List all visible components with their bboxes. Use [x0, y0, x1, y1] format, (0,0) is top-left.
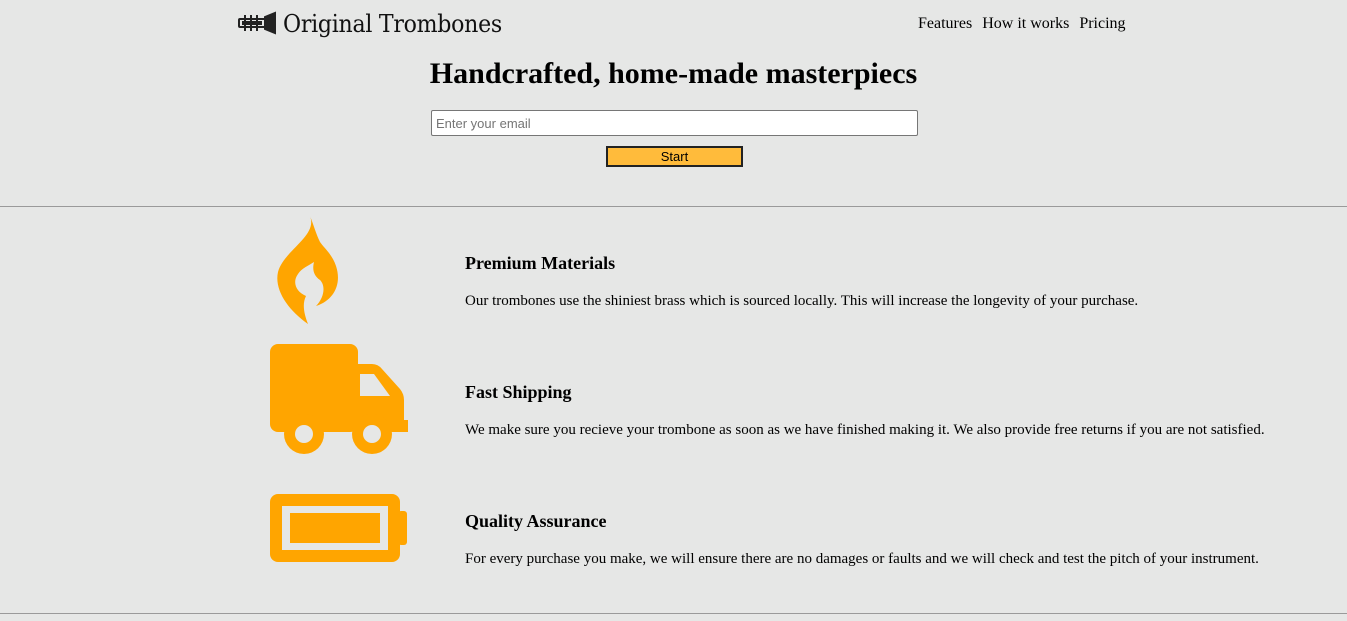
hero-title: Handcrafted, home-made masterpiecs — [429, 57, 918, 90]
email-input[interactable] — [431, 110, 918, 136]
nav-link-how-it-works[interactable]: How it works — [982, 15, 1069, 33]
feature-text-premium-materials: Our trombones use the shiniest brass whi… — [465, 293, 1139, 309]
divider-bottom — [0, 613, 1347, 614]
logo[interactable]: Original Trombones — [237, 10, 521, 38]
truck-icon — [270, 344, 408, 454]
start-button[interactable]: Start — [606, 146, 743, 167]
nav-link-pricing[interactable]: Pricing — [1079, 15, 1125, 33]
feature-title-quality-assurance: Quality Assurance — [465, 511, 607, 531]
flame-icon — [277, 216, 338, 324]
brand-name: Original Trombones — [283, 10, 502, 38]
main-nav: Features How it works Pricing — [918, 15, 1136, 33]
feature-title-fast-shipping: Fast Shipping — [465, 382, 572, 402]
divider-top — [0, 206, 1347, 207]
feature-text-fast-shipping: We make sure you recieve your trombone a… — [465, 422, 1265, 438]
nav-link-features[interactable]: Features — [918, 15, 972, 33]
header: Original Trombones Features How it works… — [0, 0, 1347, 50]
feature-text-quality-assurance: For every purchase you make, we will ens… — [465, 551, 1259, 567]
trombone-logo-icon — [238, 11, 276, 35]
feature-title-premium-materials: Premium Materials — [465, 253, 616, 273]
page: Original Trombones Features How it works… — [0, 0, 1347, 621]
battery-icon — [270, 494, 407, 562]
